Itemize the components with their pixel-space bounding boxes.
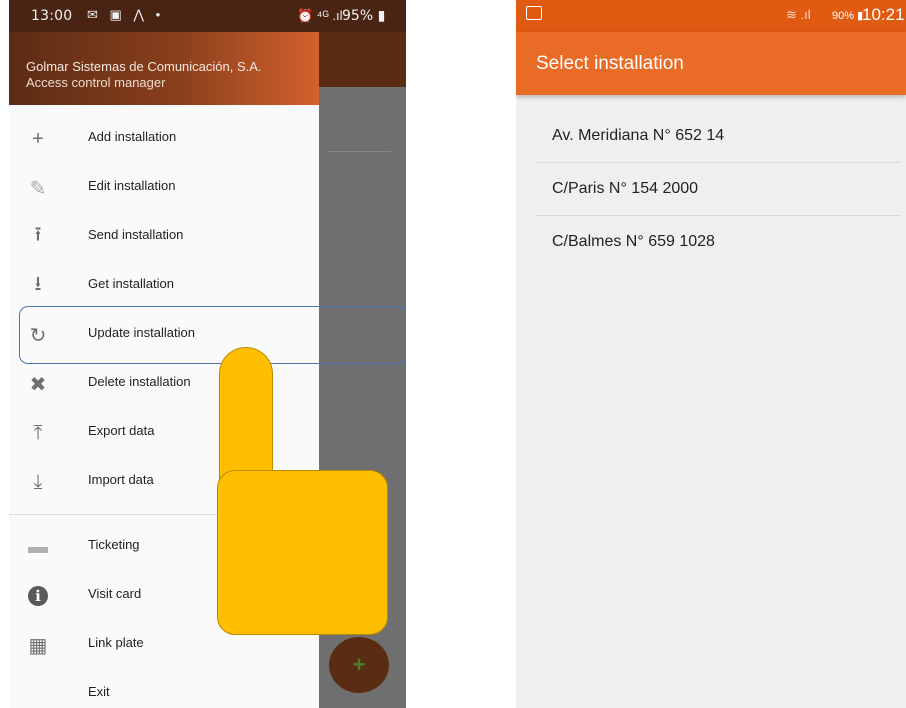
upload-icon: ⭱ — [34, 224, 42, 246]
add-fab-button[interactable]: + — [329, 637, 389, 693]
status-bar: 13:00 ✉ ▣ ⋀ • ⏰ ⁴ᴳ .ıl 95% ▮ — [9, 0, 406, 32]
menu-item-label: Send installation — [88, 227, 184, 242]
installation-list: Av. Meridiana N° 652 14 C/Paris N° 154 20… — [516, 110, 906, 269]
menu-item-label: Export data — [88, 423, 155, 438]
menu-item-label: Visit card — [88, 586, 142, 601]
download-icon: ⭳ — [34, 273, 42, 295]
background-toolbar — [319, 32, 406, 87]
battery-indicator: 95% ▮ — [342, 8, 386, 24]
highlight-outline — [19, 306, 406, 364]
company-name: Golmar Sistemas de Comunicación, S.A. — [26, 59, 262, 74]
menu-item-edit-installation[interactable]: ✎ Edit installation — [9, 163, 319, 212]
close-icon: ✖ — [29, 373, 47, 396]
menu-item-exit[interactable]: Exit — [9, 669, 319, 708]
installation-item[interactable]: C/Balmes N° 659 1028 — [516, 216, 906, 269]
status-time: 13:00 — [31, 8, 73, 24]
keypad-icon: ▦ — [28, 634, 48, 657]
menu-item-label: Import data — [88, 472, 154, 487]
signal-icon: ≋ .ıl — [786, 7, 811, 22]
app-subtitle: Access control manager — [26, 75, 166, 90]
page-title: Select installation — [536, 53, 684, 74]
export-icon: ⤒ — [33, 421, 43, 444]
status-time: 10:21 — [862, 5, 905, 24]
import-icon: ⤓ — [33, 470, 43, 493]
installation-label: C/Paris N° 154 2000 — [552, 180, 699, 197]
background-divider — [327, 151, 391, 152]
info-icon: ℹ — [28, 586, 48, 606]
app-toolbar: Select installation — [516, 32, 906, 95]
battery-indicator: 90% ▮ — [832, 10, 864, 22]
menu-item-label: Add installation — [88, 129, 177, 144]
pencil-icon: ✎ — [29, 177, 47, 200]
menu-item-label: Edit installation — [88, 178, 176, 193]
left-phone-screen: 13:00 ✉ ▣ ⋀ • ⏰ ⁴ᴳ .ıl 95% ▮ + Golmar Si… — [9, 0, 406, 708]
menu-item-add-installation[interactable]: + Add installation — [9, 114, 319, 163]
drawer-header: Golmar Sistemas de Comunicación, S.A. Ac… — [9, 32, 319, 105]
exit-icon-placeholder — [23, 681, 53, 707]
notification-icons: ✉ ▣ ⋀ • — [87, 7, 165, 22]
menu-item-label: Delete installation — [88, 374, 191, 389]
ticket-icon: ▬ — [28, 535, 48, 558]
plus-icon: + — [352, 652, 366, 677]
gallery-icon — [526, 6, 542, 20]
plus-icon: + — [32, 127, 44, 150]
menu-item-label: Exit — [88, 684, 110, 699]
menu-item-label: Link plate — [88, 635, 144, 650]
installation-label: Av. Meridiana N° 652 14 — [552, 127, 725, 144]
pointer-hand-palm — [217, 470, 388, 635]
signal-icon: ⏰ ⁴ᴳ .ıl — [297, 8, 343, 23]
menu-item-label: Get installation — [88, 276, 174, 291]
menu-item-send-installation[interactable]: ⭱ Send installation — [9, 212, 319, 261]
menu-item-label: Ticketing — [88, 537, 140, 552]
installation-item[interactable]: C/Paris N° 154 2000 — [516, 163, 906, 216]
installation-label: C/Balmes N° 659 1028 — [552, 233, 715, 250]
status-bar: ≋ .ıl 90% ▮ 10:21 — [516, 0, 906, 32]
menu-item-get-installation[interactable]: ⭳ Get installation — [9, 261, 319, 310]
right-phone-screen: ≋ .ıl 90% ▮ 10:21 Select installation Av… — [516, 0, 906, 708]
installation-item[interactable]: Av. Meridiana N° 652 14 — [516, 110, 906, 163]
